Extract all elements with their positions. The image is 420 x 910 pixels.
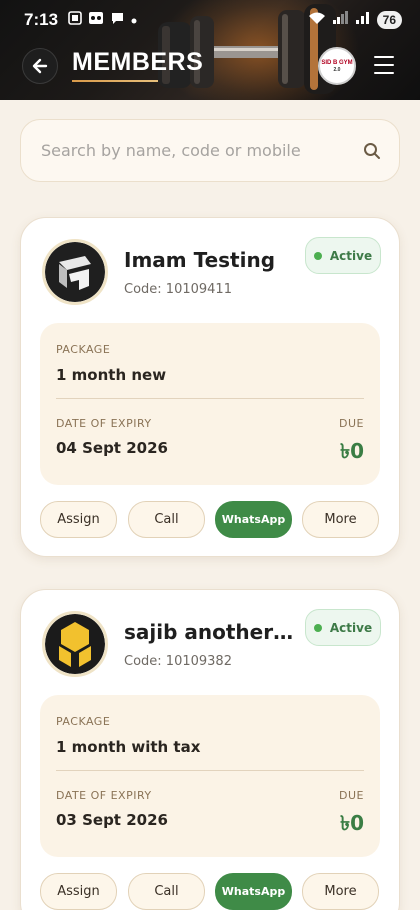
wifi-icon xyxy=(308,11,326,30)
signal-2-icon xyxy=(355,11,370,29)
assign-button[interactable]: Assign xyxy=(40,873,117,910)
member-card[interactable]: Imam Testing Code: 10109411 Active PACKA… xyxy=(20,217,400,557)
member-code: Code: 10109382 xyxy=(124,654,232,669)
due-label: DUE xyxy=(339,417,364,430)
membership-info: PACKAGE 1 month new DATE OF EXPIRY 04 Se… xyxy=(40,323,380,485)
whatsapp-button[interactable]: WhatsApp xyxy=(215,501,292,538)
member-name: sajib another tes... xyxy=(124,620,300,644)
member-card[interactable]: sajib another tes... Code: 10109382 Acti… xyxy=(20,589,400,910)
expiry-value: 03 Sept 2026 xyxy=(56,811,168,829)
due-label: DUE xyxy=(339,789,364,802)
divider xyxy=(56,770,364,771)
package-label: PACKAGE xyxy=(56,343,111,356)
search-bar[interactable] xyxy=(20,119,400,182)
more-notifications-dot-icon xyxy=(131,11,137,29)
more-button[interactable]: More xyxy=(302,501,379,538)
screenshot-icon xyxy=(68,10,82,30)
notification-icons xyxy=(68,10,137,30)
status-badge: Active xyxy=(305,609,381,646)
signal-icon xyxy=(332,11,349,29)
member-avatar xyxy=(42,239,108,305)
call-button[interactable]: Call xyxy=(128,501,205,538)
whatsapp-button[interactable]: WhatsApp xyxy=(215,873,292,910)
gym-logo[interactable]: SID B GYM 2.0 xyxy=(318,47,356,85)
member-actions: Assign Call WhatsApp More xyxy=(40,873,382,910)
member-name: Imam Testing xyxy=(124,248,276,272)
expiry-label: DATE OF EXPIRY xyxy=(56,417,152,430)
app-header: 7:13 76 MEMBERS SID B GYM 2.0 xyxy=(0,0,420,100)
package-value: 1 month new xyxy=(56,366,167,384)
member-avatar xyxy=(42,611,108,677)
member-code: Code: 10109411 xyxy=(124,282,232,297)
system-indicators: 76 xyxy=(308,11,402,30)
page-title: MEMBERS xyxy=(72,48,204,76)
package-label: PACKAGE xyxy=(56,715,111,728)
expiry-label: DATE OF EXPIRY xyxy=(56,789,152,802)
status-dot-icon xyxy=(313,623,322,632)
assign-button[interactable]: Assign xyxy=(40,501,117,538)
due-value: ৳0 xyxy=(340,811,364,835)
back-arrow-icon xyxy=(32,58,48,74)
hamburger-menu-icon[interactable] xyxy=(374,56,394,74)
back-button[interactable] xyxy=(22,48,58,84)
gym-logo-version: 2.0 xyxy=(333,66,341,73)
due-value: ৳0 xyxy=(340,439,364,463)
battery-level: 76 xyxy=(376,11,402,29)
chat-icon xyxy=(110,11,125,30)
member-actions: Assign Call WhatsApp More xyxy=(40,501,382,539)
package-value: 1 month with tax xyxy=(56,738,201,756)
search-input[interactable] xyxy=(41,141,363,160)
status-text: Active xyxy=(329,248,373,263)
more-button[interactable]: More xyxy=(302,873,379,910)
divider xyxy=(56,398,364,399)
status-badge: Active xyxy=(305,237,381,274)
status-bar: 7:13 76 xyxy=(0,0,420,40)
status-time: 7:13 xyxy=(24,10,59,29)
search-icon[interactable] xyxy=(363,142,381,160)
gym-logo-text: SID B GYM xyxy=(321,59,353,66)
status-dot-icon xyxy=(313,251,322,260)
voicemail-icon xyxy=(88,11,104,30)
expiry-value: 04 Sept 2026 xyxy=(56,439,168,457)
membership-info: PACKAGE 1 month with tax DATE OF EXPIRY … xyxy=(40,695,380,857)
title-underline xyxy=(72,80,158,82)
status-text: Active xyxy=(329,620,373,635)
call-button[interactable]: Call xyxy=(128,873,205,910)
